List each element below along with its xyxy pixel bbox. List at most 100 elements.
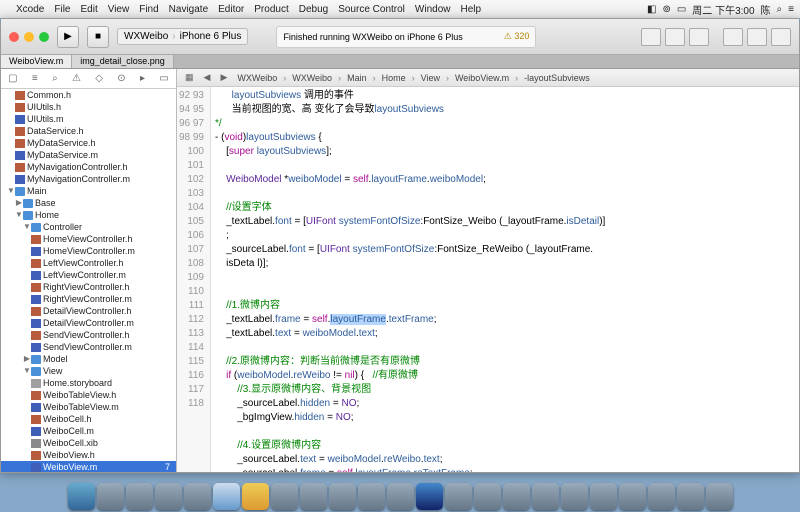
tree-file[interactable]: WeiboCell.m [1,425,176,437]
dock-app[interactable] [300,483,327,510]
spotlight-icon[interactable]: ⌕ [777,4,783,15]
dock-settings[interactable] [619,483,646,510]
scheme-selector[interactable]: WXWeibo › iPhone 6 Plus [117,28,248,45]
dock-app[interactable] [590,483,617,510]
crumb-main[interactable]: Main [343,73,371,83]
tree-file[interactable]: MyDataService.h [1,137,176,149]
tree-file[interactable]: SendViewController.h [1,329,176,341]
tree-file[interactable]: MyNavigationController.m [1,173,176,185]
standard-editor-button[interactable] [641,28,661,46]
version-editor-button[interactable] [689,28,709,46]
menu-editor[interactable]: Editor [218,4,244,15]
tree-file[interactable]: RightViewController.h [1,281,176,293]
dock-trash[interactable] [706,483,733,510]
find-nav-icon[interactable]: ⌕ [52,73,58,84]
dock-app[interactable] [648,483,675,510]
test-nav-icon[interactable]: ◇ [95,73,103,84]
tree-file[interactable]: WeiboCell.h [1,413,176,425]
warnings-count[interactable]: ⚠ 320 [504,31,530,42]
menu-source-control[interactable]: Source Control [338,4,405,15]
dock-app[interactable] [474,483,501,510]
menu-help[interactable]: Help [460,4,481,15]
dock-reminders[interactable] [126,483,153,510]
menu-view[interactable]: View [108,4,130,15]
tree-file[interactable]: HomeViewController.h [1,233,176,245]
crumb-project[interactable]: WXWeibo [233,73,281,83]
tree-group-main[interactable]: ▼Main [1,185,176,197]
tree-file[interactable]: Common.h [1,89,176,101]
menu-product[interactable]: Product [254,4,288,15]
crumb-home[interactable]: Home [378,73,410,83]
dock-chrome[interactable] [242,483,269,510]
menu-window[interactable]: Window [415,4,451,15]
tree-file[interactable]: HomeViewController.m [1,245,176,257]
crumb-view[interactable]: View [417,73,444,83]
menu-debug[interactable]: Debug [299,4,328,15]
debug-nav-icon[interactable]: ⊙ [117,73,125,84]
tab-img-detail[interactable]: img_detail_close.png [72,55,174,68]
tree-file[interactable]: Home.storyboard [1,377,176,389]
status-icon[interactable]: ◧ [647,4,656,15]
dock-wechat[interactable] [387,483,414,510]
tab-weiboview[interactable]: WeiboView.m [1,55,72,68]
menu-navigate[interactable]: Navigate [169,4,208,15]
tree-file[interactable]: RightViewController.m [1,293,176,305]
crumb-file[interactable]: WeiboView.m [451,73,513,83]
back-button[interactable]: ◀ [200,72,215,83]
dock-app[interactable] [329,483,356,510]
tree-file[interactable]: DataService.h [1,125,176,137]
dock-teamviewer[interactable] [677,483,704,510]
dock-evernote[interactable] [271,483,298,510]
tree-group-home[interactable]: ▼Home [1,209,176,221]
breakpoint-nav-icon[interactable]: ▸ [140,73,145,84]
issue-nav-icon[interactable]: ⚠ [72,73,81,84]
assistant-editor-button[interactable] [665,28,685,46]
tree-file[interactable]: MyNavigationController.h [1,161,176,173]
forward-button[interactable]: ▶ [216,72,231,83]
tree-file-selected[interactable]: WeiboView.m7 [1,461,176,472]
dock-calendar[interactable] [97,483,124,510]
dock-app[interactable] [184,483,211,510]
symbol-nav-icon[interactable]: ≡ [32,73,38,84]
report-nav-icon[interactable]: ▭ [159,73,168,84]
minimize-button[interactable] [24,32,34,42]
code-content[interactable]: layoutSubviews 调用的事件 当前视图的宽、高 变化了会导致layo… [211,87,799,472]
tree-file[interactable]: DetailViewController.h [1,305,176,317]
tree-file[interactable]: SendViewController.m [1,341,176,353]
app-menu[interactable]: Xcode [16,4,44,15]
tree-file[interactable]: WeiboTableView.m [1,401,176,413]
tree-file[interactable]: UIUtils.m [1,113,176,125]
dock-xcode[interactable] [416,483,443,510]
tree-file[interactable]: MyDataService.m [1,149,176,161]
tree-file[interactable]: DetailViewController.m [1,317,176,329]
close-button[interactable] [9,32,19,42]
dock-activity[interactable] [561,483,588,510]
tree-file[interactable]: UIUtils.h [1,101,176,113]
wifi-icon[interactable]: ⊚ [662,4,670,15]
dock-virtualbox[interactable] [155,483,182,510]
dock-qq[interactable] [358,483,385,510]
dock-safari[interactable] [213,483,240,510]
toggle-debug-button[interactable] [747,28,767,46]
tree-file[interactable]: WeiboTableView.h [1,389,176,401]
tree-file[interactable]: WeiboView.h [1,449,176,461]
crumb-group[interactable]: WXWeibo [288,73,336,83]
tree-group-model[interactable]: ▶Model [1,353,176,365]
zoom-button[interactable] [39,32,49,42]
run-button[interactable]: ▶ [57,26,79,48]
dock-finder[interactable] [68,483,95,510]
dock-terminal[interactable] [532,483,559,510]
clock[interactable]: 周二 下午3:00 [692,2,754,17]
tree-file[interactable]: LeftViewController.m [1,269,176,281]
dock-simulator[interactable] [445,483,472,510]
toggle-utilities-button[interactable] [771,28,791,46]
menu-find[interactable]: Find [139,4,158,15]
dock-app[interactable] [503,483,530,510]
crumb-method[interactable]: -layoutSubviews [520,73,594,83]
tree-file[interactable]: WeiboCell.xib [1,437,176,449]
notification-icon[interactable]: ≡ [788,4,794,15]
code-area[interactable]: 92 93 94 95 96 97 98 99 100 101 102 103 … [177,87,799,472]
tree-group-base[interactable]: ▶Base [1,197,176,209]
tree-group-controller[interactable]: ▼Controller [1,221,176,233]
toggle-navigator-button[interactable] [723,28,743,46]
